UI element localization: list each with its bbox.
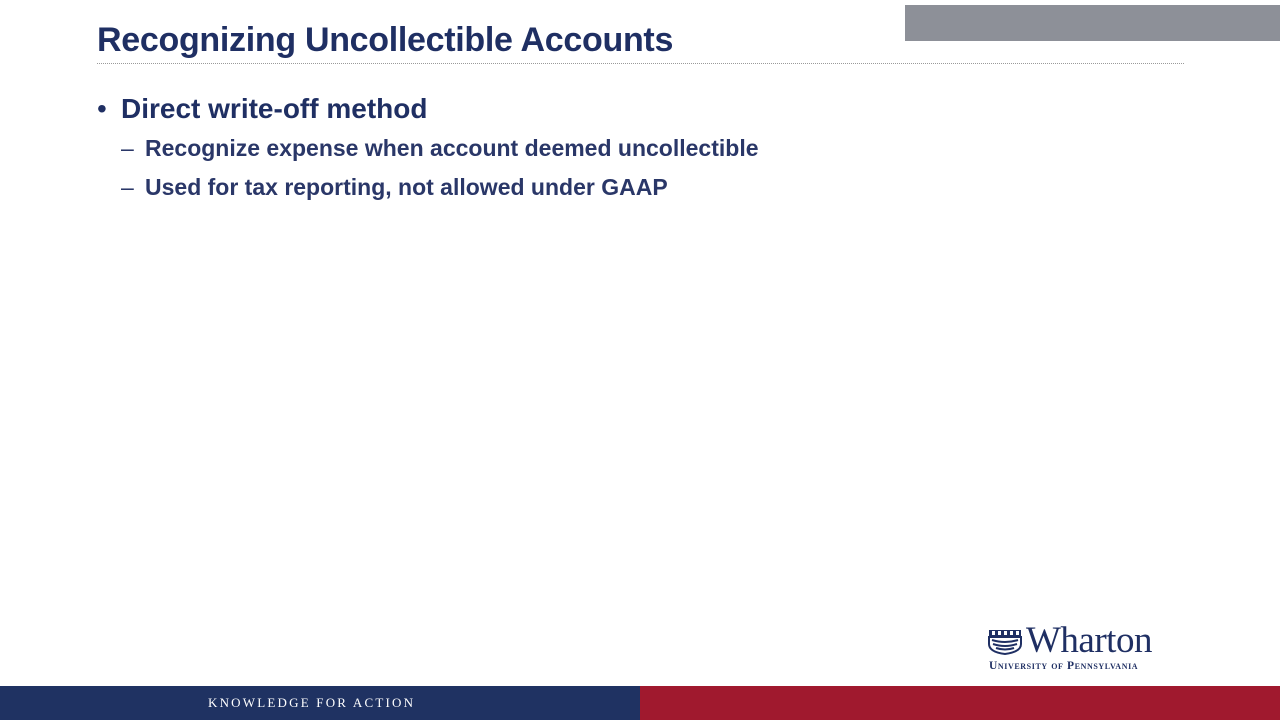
wharton-logo: Wharton University of Pennsylvania <box>988 621 1193 674</box>
sub-bullet-text: Recognize expense when account deemed un… <box>145 135 759 161</box>
footer-tagline: KNOWLEDGE FOR ACTION <box>208 695 416 710</box>
bullet-item: • Direct write-off method – Recognize ex… <box>97 90 759 200</box>
bullet-text: Direct write-off method <box>121 93 428 124</box>
sub-bullet-marker: – <box>121 135 134 161</box>
footer-band-red <box>640 686 1280 720</box>
slide-title: Recognizing Uncollectible Accounts <box>97 21 674 59</box>
sub-bullet-item: – Recognize expense when account deemed … <box>121 134 759 162</box>
sub-bullet-item: – Used for tax reporting, not allowed un… <box>121 173 759 201</box>
bullet-list: • Direct write-off method – Recognize ex… <box>97 90 759 200</box>
shield-icon <box>988 630 1022 655</box>
sub-bullet-marker: – <box>121 174 134 200</box>
sub-bullet-text: Used for tax reporting, not allowed unde… <box>145 174 668 200</box>
logo-subtitle: University of Pennsylvania <box>989 660 1139 672</box>
sub-bullet-list: – Recognize expense when account deemed … <box>121 134 759 212</box>
header-gray-block <box>905 5 1280 41</box>
logo-wordmark: Wharton <box>1026 620 1152 661</box>
footer-band-navy: KNOWLEDGE FOR ACTION <box>0 686 640 720</box>
title-divider <box>97 63 1184 64</box>
bullet-marker: • <box>97 93 107 124</box>
